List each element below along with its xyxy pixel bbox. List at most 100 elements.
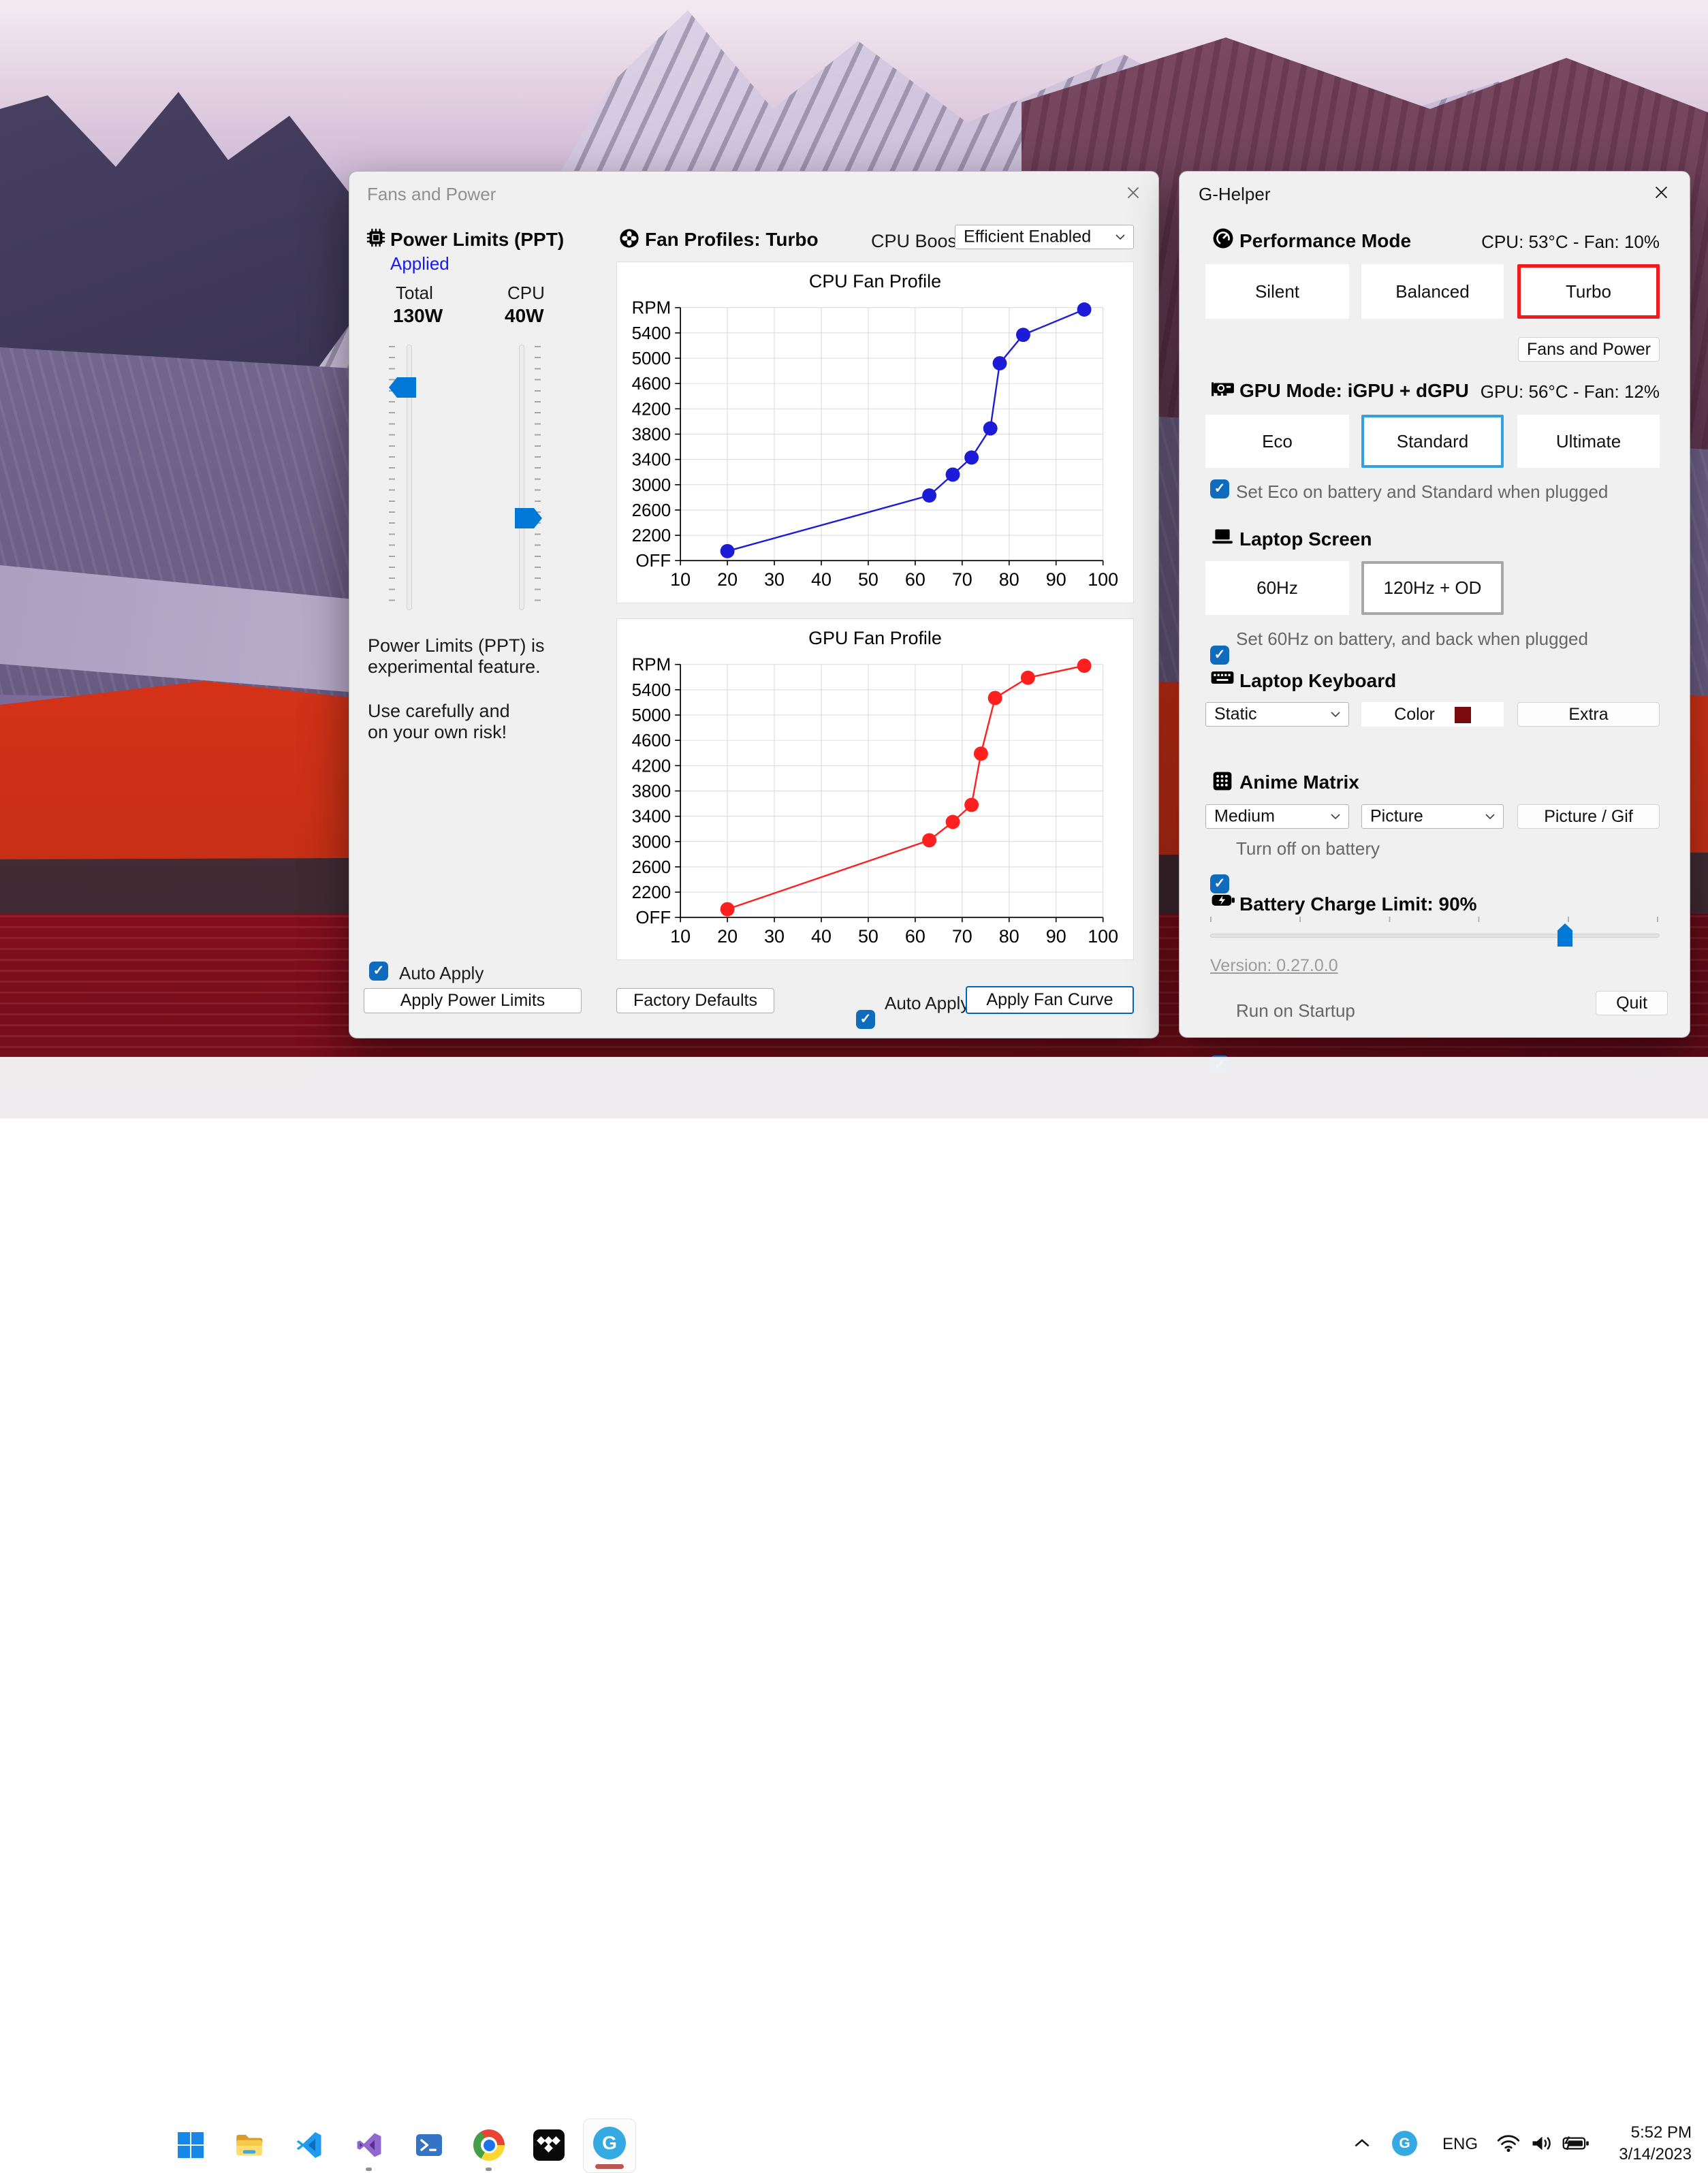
battery-slider-track[interactable] [1210, 934, 1660, 938]
visual-studio-button[interactable] [347, 2123, 391, 2167]
keyboard-extra-button[interactable]: Extra [1517, 702, 1660, 727]
gpu-mode-heading: GPU Mode: iGPU + dGPU [1239, 380, 1469, 402]
apply-power-limits-button[interactable]: Apply Power Limits [364, 988, 582, 1013]
quit-button[interactable]: Quit [1596, 991, 1668, 1015]
power-limits-heading: Power Limits (PPT) [390, 229, 564, 251]
svg-text:20: 20 [717, 569, 738, 590]
svg-text:50: 50 [858, 926, 879, 947]
power-auto-apply-label: Auto Apply [399, 963, 484, 984]
laptop-screen-heading: Laptop Screen [1239, 528, 1372, 550]
chrome-running-dot [486, 2168, 492, 2171]
keyboard-color-button[interactable]: Color [1361, 702, 1504, 727]
svg-text:70: 70 [952, 926, 972, 947]
svg-text:4600: 4600 [632, 731, 671, 750]
svg-text:3000: 3000 [632, 833, 671, 852]
battery-charging-icon[interactable] [1562, 2136, 1590, 2151]
fans-window-titlebar[interactable]: Fans and Power [349, 172, 1158, 212]
gpu-button-eco[interactable]: Eco [1205, 415, 1349, 468]
svg-text:2200: 2200 [632, 883, 671, 902]
cpu-watts-value: 40W [505, 305, 544, 327]
cpu-boost-label: CPU Boost [871, 231, 962, 252]
wifi-icon[interactable] [1496, 2134, 1521, 2153]
60hz-on-battery-checkbox[interactable] [1210, 646, 1229, 665]
close-icon[interactable] [1124, 184, 1142, 202]
mode-button-balanced[interactable]: Balanced [1361, 264, 1504, 319]
svg-text:3000: 3000 [632, 476, 671, 495]
fan-profiles-heading: Fan Profiles: Turbo [645, 229, 819, 251]
matrix-brightness-value: Medium [1214, 807, 1275, 827]
tray-clock[interactable]: 5:52 PM 3/14/2023 [1619, 2122, 1692, 2166]
svg-text:3800: 3800 [632, 782, 671, 801]
mode-button-turbo-selected[interactable]: Turbo [1517, 264, 1660, 319]
eco-on-battery-label: Set Eco on battery and Standard when plu… [1236, 481, 1608, 503]
terminal-button[interactable] [407, 2123, 451, 2167]
svg-text:OFF: OFF [635, 908, 671, 927]
laptop-icon [1211, 527, 1234, 546]
svg-text:5000: 5000 [632, 349, 671, 368]
g-helper-window: G-Helper Performance Mode CPU: 53°C - Fa… [1179, 171, 1690, 1038]
mode-button-silent[interactable]: Silent [1205, 264, 1349, 319]
apply-fan-curve-button[interactable]: Apply Fan Curve [966, 986, 1134, 1014]
tidal-button[interactable] [527, 2123, 571, 2167]
performance-mode-heading: Performance Mode [1239, 230, 1411, 252]
g-helper-tray-icon[interactable]: G [1392, 2131, 1417, 2156]
fan-auto-apply-checkbox[interactable] [856, 1010, 875, 1029]
cpu-fan-profile-chart[interactable]: 102030405060708090100OFF2200260030003400… [616, 261, 1134, 603]
visual-studio-icon [354, 2130, 384, 2160]
svg-text:CPU Fan Profile: CPU Fan Profile [809, 271, 941, 291]
ghelper-window-title: G-Helper [1199, 184, 1270, 205]
performance-gauge-icon [1212, 227, 1234, 249]
cpu-boost-select[interactable]: Efficient Enabled [955, 225, 1134, 249]
matrix-mode-select[interactable]: Picture [1361, 804, 1504, 829]
g-helper-taskbar-button[interactable]: G [583, 2119, 636, 2173]
volume-icon[interactable] [1530, 2134, 1554, 2153]
chevron-down-icon [1330, 711, 1341, 718]
gpu-fan-profile-chart[interactable]: 102030405060708090100OFF2200260030003400… [616, 618, 1134, 960]
anime-matrix-heading: Anime Matrix [1239, 772, 1359, 793]
svg-text:4200: 4200 [632, 757, 671, 776]
matrix-battery-off-checkbox[interactable] [1210, 874, 1229, 893]
matrix-battery-off-label: Turn off on battery [1236, 838, 1380, 859]
cpu-slider-ticks [535, 346, 541, 609]
battery-slider-thumb[interactable] [1557, 923, 1572, 947]
tray-chevron-up-icon[interactable] [1354, 2138, 1370, 2148]
fans-window-title: Fans and Power [367, 184, 496, 205]
version-link[interactable]: Version: 0.27.0.0 [1210, 956, 1338, 976]
factory-defaults-button[interactable]: Factory Defaults [616, 988, 774, 1013]
svg-text:100: 100 [1088, 569, 1118, 590]
svg-text:4200: 4200 [632, 400, 671, 419]
screen-button-120hz-selected[interactable]: 120Hz + OD [1361, 561, 1504, 615]
gpu-temp-fan-status: GPU: 56°C - Fan: 12% [1481, 381, 1660, 402]
svg-text:30: 30 [764, 569, 785, 590]
g-helper-icon: G [593, 2127, 626, 2159]
windows-logo-icon [176, 2130, 206, 2160]
keyboard-color-label: Color [1394, 705, 1435, 724]
keyboard-backlight-select[interactable]: Static [1205, 702, 1349, 727]
close-icon[interactable] [1652, 183, 1671, 202]
power-limits-status: Applied [390, 253, 449, 274]
cpu-slider-track[interactable] [519, 345, 524, 610]
tray-date: 3/14/2023 [1619, 2144, 1692, 2166]
keyboard-icon [1210, 669, 1235, 686]
power-auto-apply-checkbox[interactable] [369, 962, 388, 981]
start-button[interactable] [169, 2123, 212, 2167]
vscode-button[interactable] [287, 2123, 331, 2167]
svg-text:2200: 2200 [632, 526, 671, 545]
chrome-button[interactable] [467, 2123, 511, 2167]
gpu-button-ultimate[interactable]: Ultimate [1517, 415, 1660, 468]
fan-icon [619, 228, 639, 249]
visual-studio-running-dot [366, 2168, 372, 2171]
fans-and-power-button[interactable]: Fans and Power [1518, 337, 1660, 362]
power-warning-line3: Use carefully and [368, 701, 510, 722]
language-indicator[interactable]: ENG [1442, 2135, 1478, 2154]
matrix-brightness-select[interactable]: Medium [1205, 804, 1349, 829]
ghelper-titlebar[interactable]: G-Helper [1180, 172, 1690, 212]
gpu-button-standard-selected[interactable]: Standard [1361, 415, 1504, 468]
tidal-icon [533, 2129, 565, 2161]
vscode-icon [294, 2130, 324, 2160]
screen-button-60hz[interactable]: 60Hz [1205, 561, 1349, 615]
file-explorer-button[interactable] [227, 2123, 271, 2167]
eco-on-battery-checkbox[interactable] [1210, 479, 1229, 498]
svg-text:10: 10 [670, 926, 691, 947]
matrix-picture-gif-button[interactable]: Picture / Gif [1517, 804, 1660, 829]
